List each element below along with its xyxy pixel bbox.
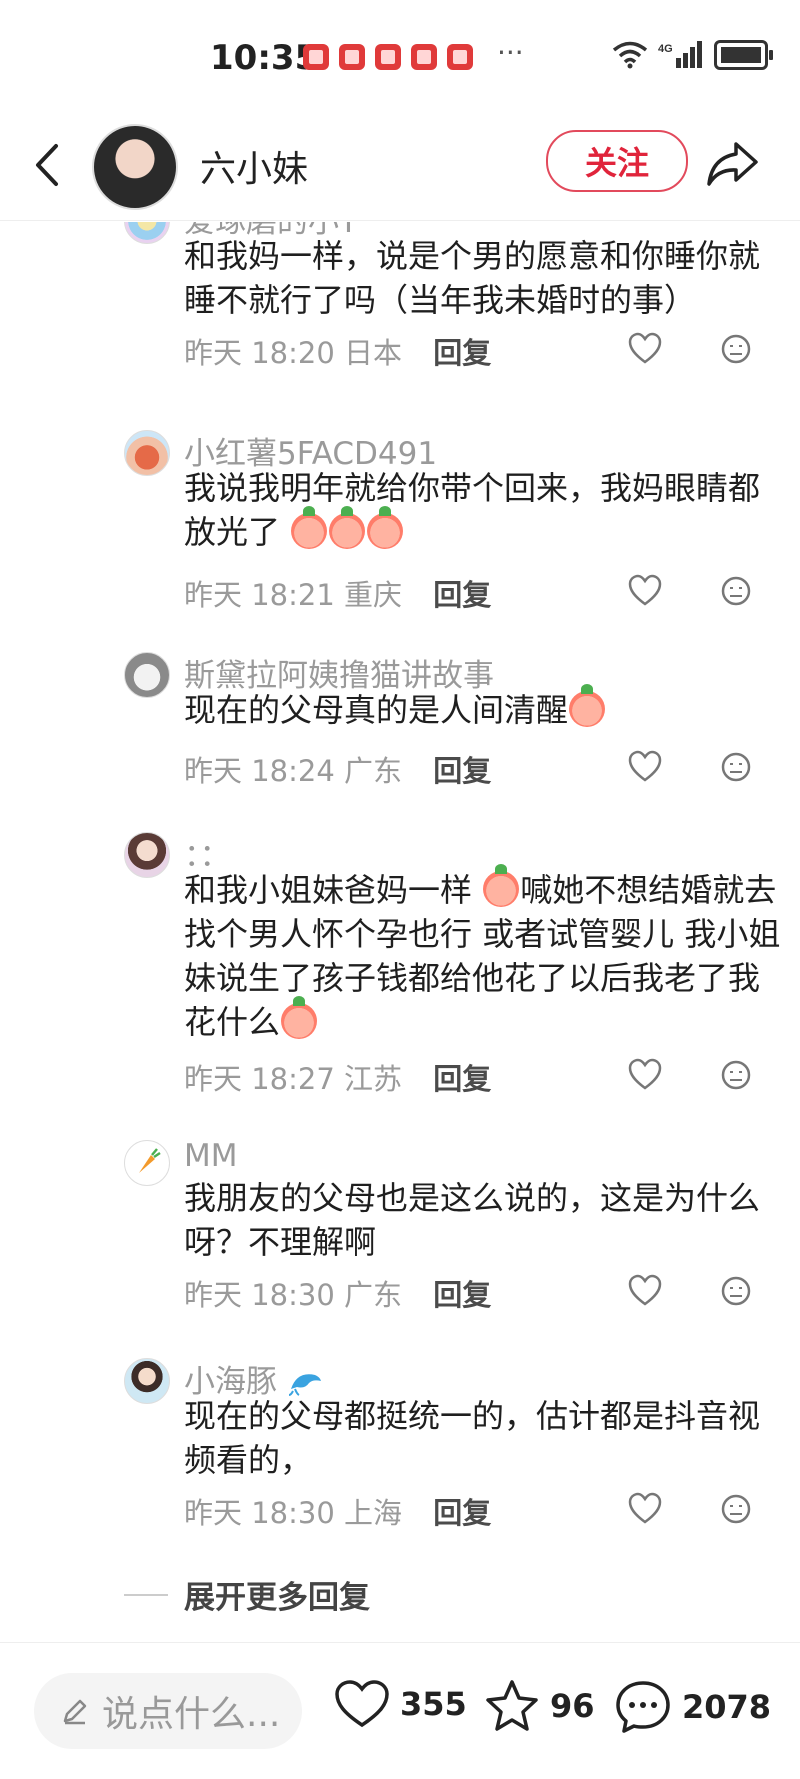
heart-icon[interactable] bbox=[628, 332, 662, 366]
favorite-button[interactable]: 96 bbox=[484, 1679, 595, 1733]
comment-meta: 昨天 18:20 日本 回复 bbox=[184, 330, 491, 372]
notification-icon bbox=[447, 44, 473, 70]
wifi-icon bbox=[612, 41, 648, 69]
comment-location: 上海 bbox=[344, 1496, 403, 1530]
author-name[interactable]: 六小妹 bbox=[200, 140, 308, 192]
comment-text[interactable]: 现在的父母真的是人间清醒 bbox=[184, 684, 789, 732]
favorite-count: 96 bbox=[550, 1687, 595, 1725]
share-icon[interactable] bbox=[704, 136, 760, 192]
reply-button[interactable]: 回复 bbox=[433, 754, 491, 788]
comment-meta: 昨天 18:24 广东 回复 bbox=[184, 748, 491, 790]
expand-more-replies[interactable]: 展开更多回复 bbox=[124, 1572, 370, 1617]
notification-icon bbox=[411, 44, 437, 70]
like-button[interactable]: 355 bbox=[334, 1679, 467, 1729]
comment-location: 日本 bbox=[344, 336, 403, 370]
dolphin-icon bbox=[288, 1374, 321, 1396]
comment-location: 江苏 bbox=[344, 1062, 403, 1096]
carrot-icon bbox=[139, 1148, 161, 1173]
comment-meta: 昨天 18:30 广东 回复 bbox=[184, 1272, 491, 1314]
notification-icon bbox=[375, 44, 401, 70]
author-avatar[interactable] bbox=[92, 124, 178, 210]
dislike-face-icon[interactable] bbox=[720, 1275, 752, 1307]
heart-icon[interactable] bbox=[628, 750, 662, 784]
dislike-face-icon[interactable] bbox=[720, 1493, 752, 1525]
crying-emoji-icon bbox=[483, 864, 520, 907]
notification-icon bbox=[303, 44, 329, 70]
notification-icons bbox=[303, 44, 473, 70]
status-bar: 10:35 ··· 4G bbox=[0, 0, 800, 110]
commenter-avatar[interactable] bbox=[124, 1140, 170, 1186]
commenter-avatar[interactable] bbox=[124, 652, 170, 698]
comment-text[interactable]: 现在的父母都挺统一的，估计都是抖音视频看的， bbox=[184, 1394, 789, 1482]
comment-location: 重庆 bbox=[344, 578, 403, 612]
comment-text[interactable]: 和我小姐妹爸妈一样 喊她不想结婚就去找个男人怀个孕也行 或者试管婴儿 我小姐妹说… bbox=[184, 864, 789, 1044]
reply-button[interactable]: 回复 bbox=[433, 578, 491, 612]
comment-meta: 昨天 18:30 上海 回复 bbox=[184, 1490, 491, 1532]
crying-emoji-icon bbox=[329, 506, 366, 549]
commenter-name[interactable]: MM bbox=[184, 1138, 238, 1174]
more-notifications: ··· bbox=[497, 36, 524, 69]
commenter-avatar[interactable] bbox=[124, 222, 170, 244]
follow-button[interactable]: 关注 bbox=[546, 130, 688, 192]
comment-location: 广东 bbox=[344, 1278, 403, 1312]
pencil-icon bbox=[63, 1699, 87, 1725]
commenter-avatar[interactable] bbox=[124, 1358, 170, 1404]
signal-icon: 4G bbox=[658, 41, 702, 68]
comment-button[interactable]: 2078 bbox=[614, 1679, 771, 1735]
comment-time: 昨天 18:30 bbox=[184, 1278, 335, 1312]
comment-time: 昨天 18:21 bbox=[184, 578, 335, 612]
system-icons: 4G bbox=[612, 40, 773, 70]
bottom-action-bar: 说点什么... 355 96 2078 bbox=[0, 1642, 800, 1779]
crying-emoji-icon bbox=[281, 996, 318, 1039]
profile-header: 六小妹 关注 bbox=[0, 110, 800, 221]
comment-text[interactable]: 我说我明年就给你带个回来，我妈眼睛都放光了 bbox=[184, 466, 789, 554]
expand-more-replies-label: 展开更多回复 bbox=[184, 1580, 370, 1616]
comment-list: 爱琢磨的小Y 和我妈一样，说是个男的愿意和你睡你就睡不就行了吗（当年我未婚时的事… bbox=[0, 222, 800, 1632]
crying-emoji-icon bbox=[291, 506, 328, 549]
comment-text[interactable]: 和我妈一样，说是个男的愿意和你睡你就睡不就行了吗（当年我未婚时的事） bbox=[184, 234, 789, 322]
comment-text-content: 现在的父母真的是人间清醒 bbox=[184, 691, 569, 729]
dislike-face-icon[interactable] bbox=[720, 575, 752, 607]
comment-time: 昨天 18:27 bbox=[184, 1062, 335, 1096]
comment-time: 昨天 18:20 bbox=[184, 336, 335, 370]
star-icon bbox=[486, 1680, 538, 1731]
battery-icon bbox=[714, 40, 773, 70]
divider bbox=[124, 1593, 168, 1596]
dislike-face-icon[interactable] bbox=[720, 1059, 752, 1091]
reply-button[interactable]: 回复 bbox=[433, 1062, 491, 1096]
heart-icon bbox=[335, 1680, 389, 1728]
dislike-face-icon[interactable] bbox=[720, 751, 752, 783]
reply-button[interactable]: 回复 bbox=[433, 1278, 491, 1312]
heart-icon[interactable] bbox=[628, 574, 662, 608]
heart-icon[interactable] bbox=[628, 1274, 662, 1308]
crying-emoji-icon bbox=[367, 506, 404, 549]
comment-count: 2078 bbox=[682, 1688, 772, 1726]
comment-input[interactable]: 说点什么... bbox=[34, 1673, 302, 1749]
comment-meta: 昨天 18:21 重庆 回复 bbox=[184, 572, 491, 614]
commenter-avatar[interactable] bbox=[124, 832, 170, 878]
reply-button[interactable]: 回复 bbox=[433, 1496, 491, 1530]
comment-meta: 昨天 18:27 江苏 回复 bbox=[184, 1056, 491, 1098]
like-count: 355 bbox=[400, 1685, 467, 1723]
dislike-face-icon[interactable] bbox=[720, 333, 752, 365]
comment-text-content: 和我小姐妹爸妈一样 bbox=[184, 871, 473, 909]
heart-icon[interactable] bbox=[628, 1058, 662, 1092]
back-arrow-icon[interactable] bbox=[28, 140, 68, 190]
comment-time: 昨天 18:30 bbox=[184, 1496, 335, 1530]
reply-button[interactable]: 回复 bbox=[433, 336, 491, 370]
comment-bubble-icon bbox=[616, 1681, 670, 1733]
notification-icon bbox=[339, 44, 365, 70]
network-type-label: 4G bbox=[658, 43, 673, 55]
comment-time: 昨天 18:24 bbox=[184, 754, 335, 788]
comment-text-content: 我说我明年就给你带个回来，我妈眼睛都放光了 bbox=[184, 469, 761, 551]
comment-text[interactable]: 我朋友的父母也是这么说的，这是为什么呀？不理解啊 bbox=[184, 1176, 789, 1264]
comment-location: 广东 bbox=[344, 754, 403, 788]
status-time: 10:35 bbox=[210, 38, 319, 78]
heart-icon[interactable] bbox=[628, 1492, 662, 1526]
laughing-emoji-icon bbox=[569, 684, 606, 727]
comment-input-placeholder: 说点什么... bbox=[102, 1694, 281, 1735]
commenter-avatar[interactable] bbox=[124, 430, 170, 476]
